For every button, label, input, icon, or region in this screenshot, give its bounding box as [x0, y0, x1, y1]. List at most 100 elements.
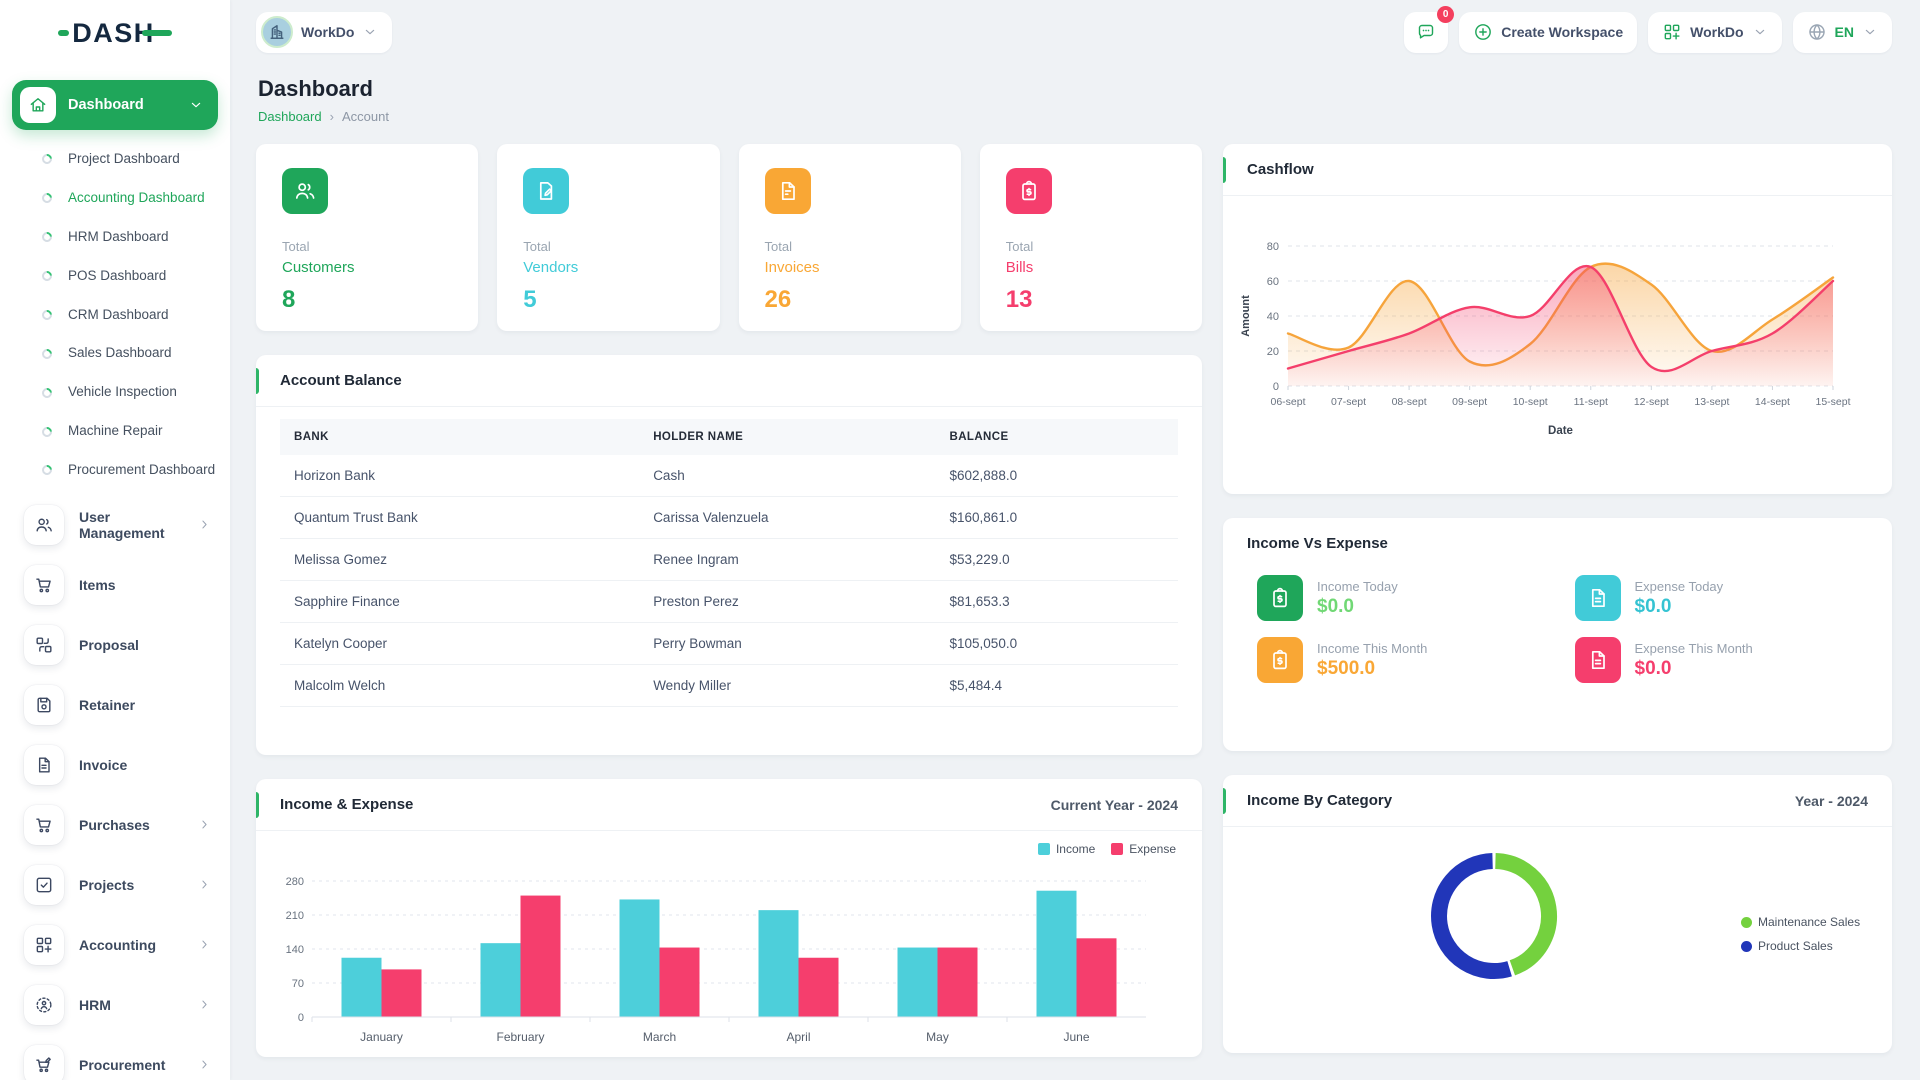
sidebar-item-dashboard[interactable]: Dashboard: [12, 80, 218, 130]
workdo-menu-label: WorkDo: [1690, 24, 1743, 40]
sidebar-item-project-dashboard[interactable]: Project Dashboard: [0, 140, 230, 179]
sidebar-item-purchases[interactable]: Purchases: [0, 800, 230, 850]
sidebar-item-label: Procurement Dashboard: [68, 462, 215, 479]
language-button[interactable]: EN: [1793, 12, 1892, 53]
ive-item-income-today: Income Today$0.0: [1257, 575, 1551, 621]
legend-swatch: [1038, 843, 1050, 855]
sidebar-item-crm-dashboard[interactable]: CRM Dashboard: [0, 296, 230, 335]
svg-text:0: 0: [298, 1012, 304, 1024]
breadcrumb-link[interactable]: Dashboard: [258, 109, 322, 124]
grid-plus-icon: [1662, 22, 1682, 42]
language-code: EN: [1835, 24, 1854, 40]
ive-item-expense-today: Expense Today$0.0: [1575, 575, 1869, 621]
svg-text:13-sept: 13-sept: [1694, 396, 1729, 408]
income-by-category-card: Income By Category Year - 2024 Maintenan…: [1223, 775, 1892, 1053]
table-cell: Quantum Trust Bank: [280, 497, 639, 539]
sidebar-item-user-management[interactable]: User Management: [0, 500, 230, 550]
stat-value: 26: [765, 286, 935, 314]
legend-item-expense[interactable]: Expense: [1111, 842, 1176, 856]
table-cell: Sapphire Finance: [280, 581, 639, 623]
sidebar-item-procurement-dashboard[interactable]: Procurement Dashboard: [0, 451, 230, 490]
brand-logo[interactable]: DASH: [0, 0, 230, 66]
create-workspace-label: Create Workspace: [1501, 24, 1623, 40]
sidebar-item-hrm[interactable]: HRM: [0, 980, 230, 1030]
breadcrumb-separator: ›: [330, 109, 334, 124]
svg-text:14-sept: 14-sept: [1755, 396, 1790, 408]
stat-card-invoices[interactable]: TotalInvoices26: [739, 144, 961, 331]
table-row: Melissa GomezRenee Ingram$53,229.0: [280, 539, 1178, 581]
sidebar-item-machine-repair[interactable]: Machine Repair: [0, 412, 230, 451]
chevron-down-icon: [362, 24, 378, 40]
chevron-right-icon: [197, 877, 212, 892]
sidebar-item-label: Accounting: [79, 937, 197, 953]
sidebar-item-pos-dashboard[interactable]: POS Dashboard: [0, 257, 230, 296]
globe-icon: [1807, 22, 1827, 42]
chevron-right-icon: [197, 817, 212, 832]
sidebar-item-accounting[interactable]: Accounting: [0, 920, 230, 970]
chat-icon: [1416, 22, 1436, 42]
logo-dash-icon: [58, 30, 69, 36]
topbar: WorkDo 0 Create Workspace WorkDo: [256, 0, 1892, 64]
account-balance-card: Account Balance BANKHOLDER NAMEBALANCE H…: [256, 355, 1202, 755]
sidebar-item-procurement[interactable]: Procurement: [0, 1040, 230, 1080]
legend-item-product-sales[interactable]: Product Sales: [1741, 939, 1860, 953]
svg-text:Date: Date: [1548, 425, 1573, 437]
workspace-avatar: [261, 16, 293, 48]
create-workspace-button[interactable]: Create Workspace: [1459, 12, 1637, 53]
svg-text:February: February: [496, 1030, 544, 1044]
table-cell: Katelyn Cooper: [280, 623, 639, 665]
ive-value: $0.0: [1635, 658, 1753, 680]
svg-text:12-sept: 12-sept: [1634, 396, 1669, 408]
sidebar-item-retainer[interactable]: Retainer: [0, 680, 230, 730]
chevron-right-icon: [197, 937, 212, 952]
sidebar-item-invoice[interactable]: Invoice: [0, 740, 230, 790]
stat-value: 13: [1006, 286, 1176, 314]
sidebar-item-items[interactable]: Items: [0, 560, 230, 610]
sidebar-item-proposal[interactable]: Proposal: [0, 620, 230, 670]
grid-plus-icon: [24, 925, 64, 965]
donut-chart-area: Maintenance Sales Product Sales: [1223, 827, 1892, 1042]
chevron-right-icon: [197, 1057, 212, 1072]
hrm-icon: [24, 985, 64, 1025]
svg-text:06-sept: 06-sept: [1270, 396, 1305, 408]
ive-item-expense-this-month: Expense This Month$0.0: [1575, 637, 1869, 683]
card-title: Account Balance: [280, 372, 402, 389]
sidebar-item-vehicle-inspection[interactable]: Vehicle Inspection: [0, 373, 230, 412]
legend-item-income[interactable]: Income: [1038, 842, 1095, 856]
stat-card-bills[interactable]: TotalBills13: [980, 144, 1202, 331]
chevron-right-icon: [197, 517, 212, 532]
table-cell: Perry Bowman: [639, 623, 935, 665]
sidebar-item-sales-dashboard[interactable]: Sales Dashboard: [0, 334, 230, 373]
table-cell: Melissa Gomez: [280, 539, 639, 581]
svg-text:09-sept: 09-sept: [1452, 396, 1487, 408]
chevron-down-icon: [1862, 24, 1878, 40]
legend-dot: [1741, 941, 1752, 952]
sidebar-item-label: Purchases: [79, 817, 197, 833]
ive-value: $500.0: [1317, 658, 1427, 680]
sidebar-dashboard-submenu: Project DashboardAccounting DashboardHRM…: [0, 140, 230, 490]
workspace-switcher[interactable]: WorkDo: [256, 12, 392, 53]
sidebar-item-accounting-dashboard[interactable]: Accounting Dashboard: [0, 179, 230, 218]
column-header-holder-name: HOLDER NAME: [639, 419, 935, 455]
stat-card-vendors[interactable]: TotalVendors5: [497, 144, 719, 331]
stat-card-customers[interactable]: TotalCustomers8: [256, 144, 478, 331]
column-header-balance: BALANCE: [936, 419, 1178, 455]
sidebar-item-hrm-dashboard[interactable]: HRM Dashboard: [0, 218, 230, 257]
sidebar-item-projects[interactable]: Projects: [0, 860, 230, 910]
ive-label: Income Today: [1317, 579, 1398, 594]
ring-icon: [40, 152, 54, 166]
users-icon: [24, 505, 64, 545]
legend-item-maintenance-sales[interactable]: Maintenance Sales: [1741, 915, 1860, 929]
svg-text:15-sept: 15-sept: [1815, 396, 1850, 408]
workdo-menu-button[interactable]: WorkDo: [1648, 12, 1781, 53]
left-column: TotalCustomers8TotalVendors5TotalInvoice…: [256, 144, 1202, 1057]
messages-button[interactable]: 0: [1404, 12, 1448, 53]
svg-text:280: 280: [286, 876, 304, 888]
workspace-name: WorkDo: [301, 24, 354, 40]
sidebar-item-label: HRM: [79, 997, 197, 1013]
table-row: Malcolm WelchWendy Miller$5,484.4: [280, 665, 1178, 707]
table-cell: $105,050.0: [936, 623, 1178, 665]
stat-category: Customers: [282, 259, 452, 276]
invoice-icon: [765, 168, 811, 214]
svg-text:June: June: [1063, 1030, 1089, 1044]
